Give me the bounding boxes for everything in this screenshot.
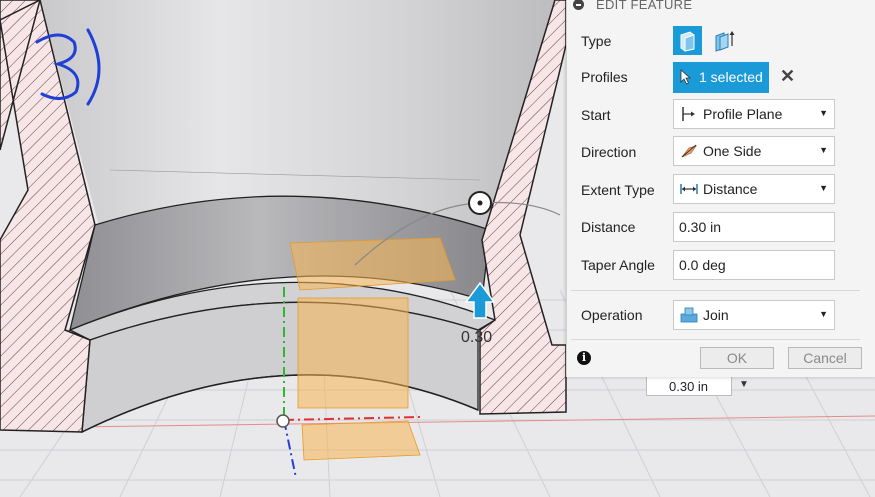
- one-side-icon: [681, 144, 697, 158]
- extrude-surface-icon: [715, 31, 735, 52]
- dropdown-arrow-icon: ▼: [819, 108, 828, 118]
- direction-label: Direction: [581, 144, 637, 160]
- dimension-dropdown-icon[interactable]: ▼: [739, 379, 749, 390]
- profiles-value: 1 selected: [699, 69, 763, 85]
- extent-type-label: Extent Type: [581, 182, 655, 198]
- divider: [571, 290, 860, 291]
- ok-button[interactable]: OK: [700, 347, 774, 369]
- dropdown-arrow-icon: ▼: [819, 145, 828, 155]
- close-icon[interactable]: ✕: [780, 66, 795, 87]
- start-value: Profile Plane: [703, 106, 783, 122]
- edit-feature-panel: EDIT FEATURE Type Profiles 1 selected ✕ …: [566, 0, 875, 377]
- dimension-label: 0.30: [461, 329, 493, 346]
- collapse-icon[interactable]: [573, 0, 584, 10]
- cancel-button[interactable]: Cancel: [788, 347, 862, 369]
- operation-value: Join: [703, 307, 729, 323]
- extent-type-value: Distance: [703, 181, 758, 197]
- profiles-label: Profiles: [581, 69, 628, 85]
- x-axis-line: [0, 415, 875, 429]
- extrude-solid-icon: [680, 31, 695, 52]
- extrude-surface-button[interactable]: [710, 26, 739, 55]
- dimension-input[interactable]: 0.30 in: [646, 376, 732, 396]
- direction-dropdown[interactable]: One Side ▼: [673, 136, 835, 166]
- profiles-selection-button[interactable]: 1 selected: [673, 62, 769, 93]
- extent-type-dropdown[interactable]: Distance ▼: [673, 174, 835, 204]
- operation-label: Operation: [581, 307, 643, 323]
- z-axis: [283, 419, 297, 479]
- start-dropdown[interactable]: Profile Plane ▼: [673, 99, 835, 129]
- panel-title: EDIT FEATURE: [596, 0, 693, 12]
- start-label: Start: [581, 107, 611, 123]
- taper-angle-label: Taper Angle: [581, 257, 655, 273]
- info-icon[interactable]: i: [577, 351, 591, 365]
- dropdown-arrow-icon: ▼: [819, 309, 828, 319]
- distance-label: Distance: [581, 219, 636, 235]
- distance-input[interactable]: 0.30 in: [673, 212, 835, 242]
- distance-icon: [680, 184, 698, 194]
- taper-angle-input[interactable]: 0.0 deg: [673, 250, 835, 280]
- type-label: Type: [581, 33, 612, 49]
- direction-value: One Side: [703, 143, 762, 159]
- join-icon: [680, 307, 698, 323]
- profile-plane-icon: [682, 107, 695, 121]
- dropdown-arrow-icon: ▼: [819, 183, 828, 193]
- operation-dropdown[interactable]: Join ▼: [673, 300, 835, 330]
- origin-point[interactable]: [276, 414, 290, 428]
- extrude-solid-button[interactable]: [673, 26, 702, 55]
- cursor-icon: [680, 69, 692, 85]
- panel-titlebar: EDIT FEATURE: [567, 0, 875, 14]
- divider: [571, 339, 860, 340]
